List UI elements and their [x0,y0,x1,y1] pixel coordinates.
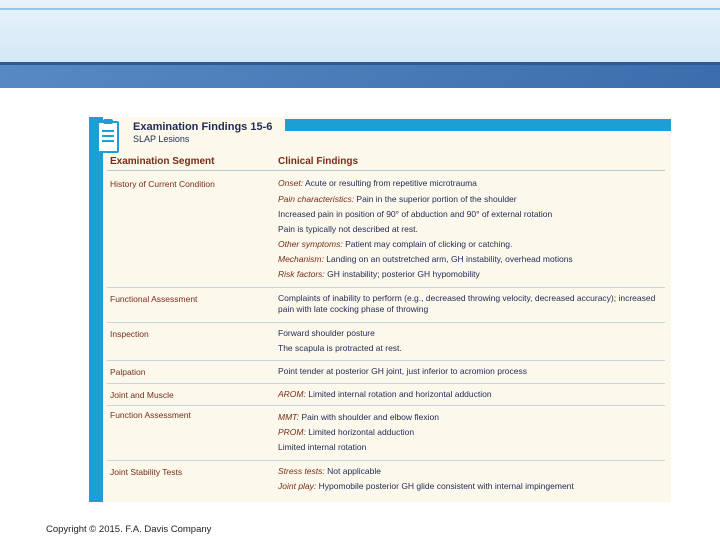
row-segment-joint-stability: Joint Stability Tests [110,467,183,477]
row-divider [107,360,665,361]
finding-arom: AROM: Limited internal rotation and hori… [278,389,492,399]
finding-risk-factors: Risk factors: GH instability; posterior … [278,269,480,279]
finding-forward-posture: Forward shoulder posture [278,328,375,338]
finding-onset: Onset: Acute or resulting from repetitiv… [278,178,477,188]
finding-scapula: The scapula is protracted at rest. [278,343,402,353]
finding-complaints: Complaints of inability to perform (e.g.… [278,293,656,314]
finding-prom: PROM: Limited horizontal adduction [278,427,415,437]
table-subtitle: SLAP Lesions [133,134,190,144]
finding-pain-rest: Pain is typically not described at rest. [278,224,418,234]
row-segment-history: History of Current Condition [110,179,215,189]
table-title: Examination Findings 15-6 [133,121,273,133]
column-header-findings: Clinical Findings [278,156,359,167]
row-segment-joint-muscle: Joint and Muscle [110,390,174,400]
finding-mechanism: Mechanism: Landing on an outstretched ar… [278,254,573,264]
column-header-segment: Examination Segment [110,156,215,167]
table-accent-bar [89,117,103,502]
finding-limited-internal-rotation: Limited internal rotation [278,442,367,452]
row-segment-palpation: Palpation [110,367,146,377]
row-divider [107,405,665,406]
row-segment-functional: Functional Assessment [110,294,198,304]
row-divider [107,322,665,323]
copyright-text: Copyright © 2015. F.A. Davis Company [46,524,212,535]
row-segment-inspection: Inspection [110,329,149,339]
clipboard-icon [97,119,119,153]
header-rule [107,170,665,171]
finding-point-tender: Point tender at posterior GH joint, just… [278,366,527,376]
row-divider [107,383,665,384]
row-divider [107,460,665,461]
finding-joint-play: Joint play: Hypomobile posterior GH glid… [278,481,574,491]
finding-increased-pain: Increased pain in position of 90° of abd… [278,209,553,219]
title-band [0,0,720,65]
finding-pain-characteristics: Pain characteristics: Pain in the superi… [278,194,517,204]
finding-stress-tests: Stress tests: Not applicable [278,466,381,476]
row-divider [107,287,665,288]
row-segment-function-assessment: Function Assessment [110,410,191,420]
finding-other-symptoms: Other symptoms: Patient may complain of … [278,239,513,249]
examination-findings-table: Examination Findings 15-6 SLAP Lesions E… [89,117,671,502]
finding-mmt: MMT: Pain with shoulder and elbow flexio… [278,412,439,422]
table-header-bar [285,119,671,131]
